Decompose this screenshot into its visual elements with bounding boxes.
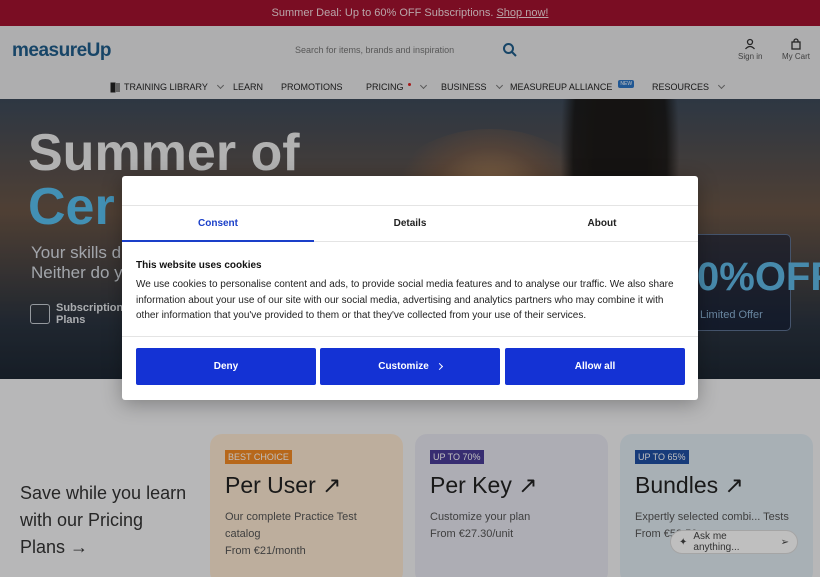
tab-consent[interactable]: Consent — [122, 206, 314, 242]
cookie-tabs: Consent Details About — [122, 205, 698, 242]
cookie-heading: This website uses cookies — [136, 260, 262, 271]
cookie-consent-dialog: Consent Details About This website uses … — [122, 176, 698, 400]
chevron-right-icon — [435, 362, 443, 371]
deny-button[interactable]: Deny — [136, 348, 316, 385]
customize-button[interactable]: Customize — [320, 348, 500, 385]
divider — [122, 336, 698, 337]
tab-details[interactable]: Details — [314, 206, 506, 241]
customize-label: Customize — [378, 361, 429, 372]
cookie-body-text: We use cookies to personalise content an… — [136, 279, 674, 321]
allow-all-button[interactable]: Allow all — [505, 348, 685, 385]
tab-about[interactable]: About — [506, 206, 698, 241]
